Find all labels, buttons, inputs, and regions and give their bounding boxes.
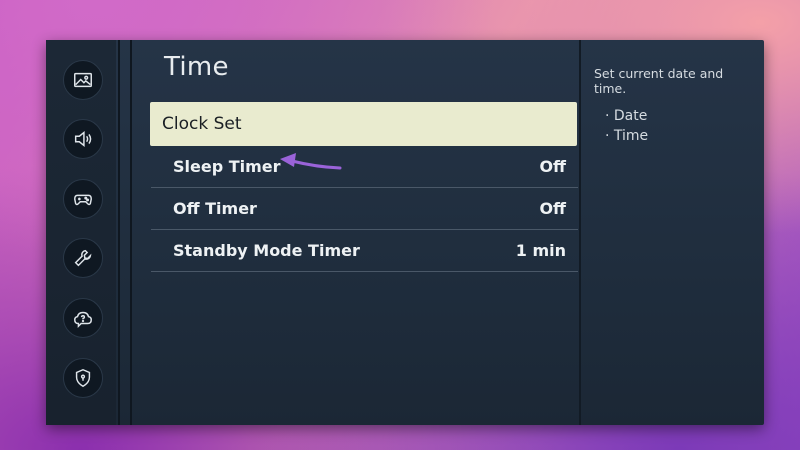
panel-divider <box>579 40 581 425</box>
menu-item-value: Off <box>539 157 566 176</box>
menu-item-standby-mode-timer[interactable]: Standby Mode Timer 1 min <box>151 230 578 272</box>
help-title: Set current date and time. <box>594 66 724 96</box>
menu-item-label: Sleep Timer <box>173 157 281 176</box>
menu-item-label: Off Timer <box>173 199 257 218</box>
sidebar-edge <box>130 40 132 425</box>
game-controller-icon[interactable] <box>63 179 103 219</box>
annotation-arrow-icon <box>280 153 342 170</box>
menu-item-sleep-timer[interactable]: Sleep Timer Off <box>151 146 578 188</box>
menu-item-value: 1 min <box>515 241 566 260</box>
sidebar-edge <box>118 40 120 425</box>
menu-item-value: Off <box>539 199 566 218</box>
help-panel: Set current date and time. Date Time <box>594 66 759 148</box>
picture-icon[interactable] <box>63 60 103 100</box>
help-list-item: Time <box>605 128 759 144</box>
help-list-item: Date <box>605 108 759 124</box>
menu-item-label: Clock Set <box>162 114 242 134</box>
privacy-shield-icon[interactable] <box>63 358 103 398</box>
tv-settings-screen: Time Clock Set Sleep Timer Off Off Timer… <box>46 40 764 425</box>
menu-item-label: Standby Mode Timer <box>173 241 360 260</box>
help-list: Date Time <box>594 108 759 144</box>
support-chat-icon[interactable] <box>63 298 103 338</box>
wrench-icon[interactable] <box>63 238 103 278</box>
settings-sidebar <box>46 40 116 425</box>
menu-item-off-timer[interactable]: Off Timer Off <box>151 188 578 230</box>
menu-item-clock-set[interactable]: Clock Set <box>150 102 577 146</box>
page-title: Time <box>164 52 229 82</box>
sound-icon[interactable] <box>63 119 103 159</box>
